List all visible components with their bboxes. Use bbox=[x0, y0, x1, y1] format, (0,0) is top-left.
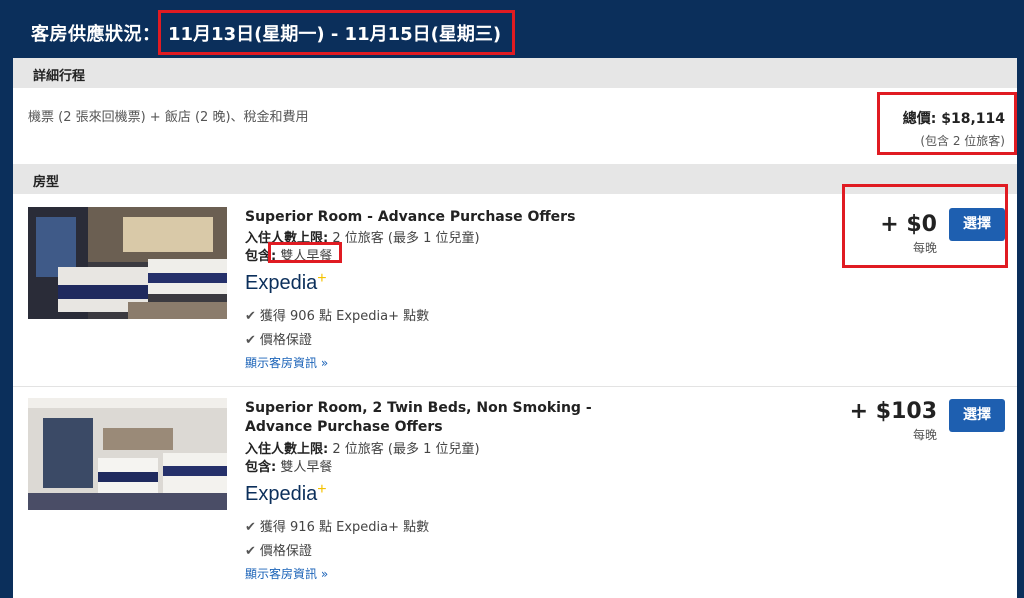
chevron-down-icon: » bbox=[320, 567, 329, 581]
dates-highlight-box bbox=[158, 10, 515, 55]
per-night-label: 每晚 bbox=[912, 428, 937, 442]
occupancy-value: 2 位旅客 (最多 1 位兒童) bbox=[332, 231, 480, 246]
details-link-text: 顯示客房資訊 bbox=[245, 356, 318, 370]
expedia-brand: Expedia bbox=[245, 272, 318, 294]
chevron-down-icon: » bbox=[320, 356, 329, 370]
room-guarantee: ✔ 價格保證 bbox=[245, 540, 312, 559]
total-highlight-box bbox=[877, 92, 1017, 155]
occupancy-value: 2 位旅客 (最多 1 位兒童) bbox=[332, 442, 480, 457]
room-includes: 包含: 雙人早餐 bbox=[245, 456, 332, 475]
expedia-brand: Expedia bbox=[245, 483, 318, 505]
room-photo[interactable] bbox=[28, 207, 227, 319]
rooms-section-label: 房型 bbox=[33, 175, 60, 190]
room-points: ✔ 獲得 916 點 Expedia+ 點數 bbox=[245, 516, 429, 535]
points-text: 獲得 906 點 Expedia+ 點數 bbox=[259, 309, 430, 324]
details-link-text: 顯示客房資訊 bbox=[245, 567, 318, 581]
room-card: Superior Room - Advance Purchase Offers … bbox=[13, 184, 1017, 386]
room-points: ✔ 獲得 906 點 Expedia+ 點數 bbox=[245, 305, 429, 324]
includes-label: 包含: bbox=[245, 460, 277, 475]
itinerary-description: 機票 (2 張來回機票) + 飯店 (2 晚)、稅金和費用 bbox=[28, 110, 309, 125]
expedia-plus-logo: Expedia+ bbox=[245, 270, 327, 294]
guarantee-text: 價格保證 bbox=[259, 333, 312, 348]
select-room-button[interactable]: 選擇 bbox=[949, 399, 1005, 432]
breakfast-highlight-box bbox=[268, 242, 342, 263]
expedia-plus-logo: Expedia+ bbox=[245, 481, 327, 505]
room-photo[interactable] bbox=[28, 398, 227, 510]
show-room-details-link[interactable]: 顯示客房資訊 » bbox=[245, 565, 328, 582]
room-price-block: + $103 每晚 bbox=[850, 399, 937, 443]
show-room-details-link[interactable]: 顯示客房資訊 » bbox=[245, 354, 328, 371]
room-card: Superior Room, 2 Twin Beds, Non Smoking … bbox=[13, 387, 1017, 598]
occupancy-label: 入住人數上限: bbox=[245, 442, 329, 457]
guarantee-text: 價格保證 bbox=[259, 544, 312, 559]
availability-header: 客房供應狀況： 11月13日(星期一) - 11月15日(星期三) bbox=[0, 0, 1024, 58]
room-name-line2: Advance Purchase Offers bbox=[245, 419, 443, 435]
check-icon: ✔ bbox=[245, 333, 256, 348]
includes-value: 雙人早餐 bbox=[280, 460, 333, 475]
room-name[interactable]: Superior Room, 2 Twin Beds, Non Smoking … bbox=[245, 399, 592, 437]
room-occupancy: 入住人數上限: 2 位旅客 (最多 1 位兒童) bbox=[245, 438, 480, 457]
room-price: + $103 bbox=[849, 399, 937, 424]
room-name[interactable]: Superior Room - Advance Purchase Offers bbox=[245, 208, 575, 227]
check-icon: ✔ bbox=[245, 544, 256, 559]
room-name-line1: Superior Room, 2 Twin Beds, Non Smoking … bbox=[245, 400, 592, 416]
itinerary-section-bar: 詳細行程 bbox=[13, 58, 1017, 88]
availability-title: 客房供應狀況： bbox=[31, 24, 161, 45]
points-text: 獲得 916 點 Expedia+ 點數 bbox=[259, 520, 430, 535]
check-icon: ✔ bbox=[245, 520, 256, 535]
price-highlight-box bbox=[842, 184, 1008, 268]
check-icon: ✔ bbox=[245, 309, 256, 324]
itinerary-section-label: 詳細行程 bbox=[33, 69, 86, 84]
room-guarantee: ✔ 價格保證 bbox=[245, 329, 312, 348]
content-card: 詳細行程 機票 (2 張來回機票) + 飯店 (2 晚)、稅金和費用 總價: $… bbox=[13, 58, 1017, 598]
